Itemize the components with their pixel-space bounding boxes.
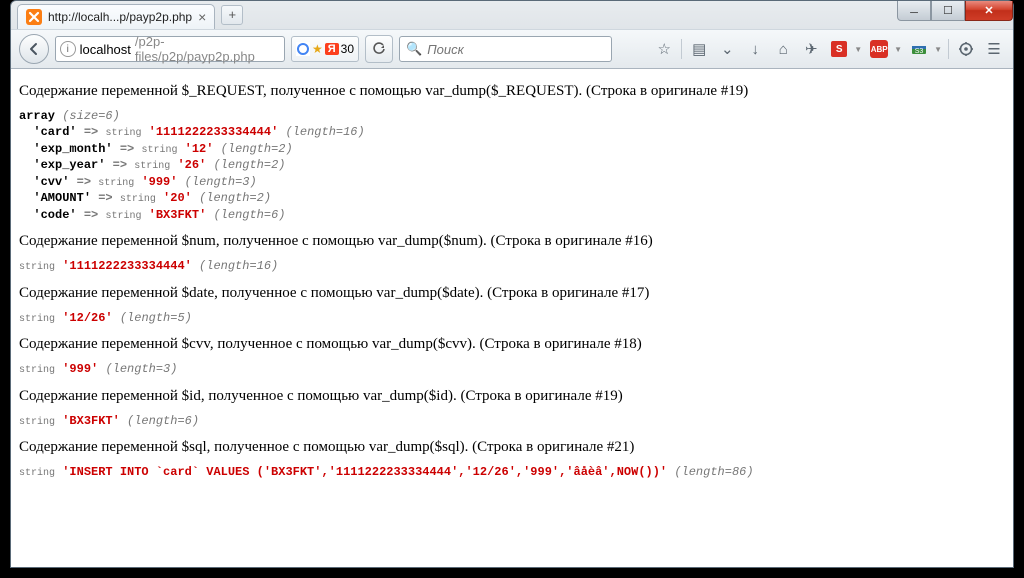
maximize-button[interactable]: ☐	[931, 1, 965, 21]
heading-date: Содержание переменной $date, полученное …	[19, 285, 1005, 302]
pocket-icon[interactable]: ⌄	[716, 38, 738, 60]
url-host: localhost	[80, 42, 131, 57]
new-tab-button[interactable]: +	[221, 5, 243, 25]
site-info-icon[interactable]: i	[60, 41, 76, 57]
url-path: /p2p-files/p2p/payp2p.php	[135, 34, 280, 64]
search-icon: 🔍	[406, 41, 422, 57]
dropdown-icon[interactable]: ▼	[854, 45, 862, 54]
google-icon	[296, 42, 310, 56]
dropdown-icon[interactable]: ▼	[894, 45, 902, 54]
xampp-icon	[26, 9, 42, 25]
send-icon[interactable]: ✈	[800, 38, 822, 60]
minimize-button[interactable]: ─	[897, 1, 931, 21]
settings-icon[interactable]	[955, 38, 977, 60]
heading-request: Содержание переменной $_REQUEST, получен…	[19, 83, 1005, 100]
back-button[interactable]	[19, 34, 49, 64]
heading-sql: Содержание переменной $sql, полученное с…	[19, 439, 1005, 456]
dump-id: string 'BX3FKT' (length=6)	[19, 413, 1005, 430]
dump-date: string '12/26' (length=5)	[19, 310, 1005, 327]
titlebar: http://localh...p/payp2p.php × + ─ ☐ ✕	[11, 1, 1013, 29]
dump-request: array (size=6) 'card' => string '1111222…	[19, 108, 1005, 223]
s3-addon-icon[interactable]: S3	[908, 38, 930, 60]
search-bar[interactable]: 🔍	[399, 36, 612, 62]
dump-sql: string 'INSERT INTO `card` VALUES ('BX3F…	[19, 464, 1005, 481]
separator	[948, 39, 949, 59]
heading-id: Содержание переменной $id, полученное с …	[19, 388, 1005, 405]
svg-text:S3: S3	[915, 48, 924, 55]
adblock-icon[interactable]: ABP	[868, 38, 890, 60]
browser-window: http://localh...p/payp2p.php × + ─ ☐ ✕ i…	[10, 0, 1014, 568]
navbar: i localhost/p2p-files/p2p/payp2p.php ★ Я…	[11, 29, 1013, 69]
s-addon-icon[interactable]: S	[828, 38, 850, 60]
tab-title: http://localh...p/payp2p.php	[48, 10, 192, 24]
separator	[681, 39, 682, 59]
reload-button[interactable]	[365, 35, 393, 63]
window-controls: ─ ☐ ✕	[897, 1, 1013, 21]
home-icon[interactable]: ⌂	[772, 38, 794, 60]
menu-icon[interactable]: ☰	[983, 38, 1005, 60]
yandex-count: 30	[341, 42, 354, 56]
page-content: Содержание переменной $_REQUEST, получен…	[11, 69, 1013, 567]
window-close-button[interactable]: ✕	[965, 1, 1013, 21]
heading-cvv: Содержание переменной $cvv, полученное с…	[19, 336, 1005, 353]
dropdown-icon[interactable]: ▼	[934, 45, 942, 54]
search-input[interactable]	[427, 42, 605, 57]
yandex-icon: Я	[325, 43, 339, 55]
star-icon: ★	[312, 42, 323, 56]
heading-num: Содержание переменной $num, полученное с…	[19, 233, 1005, 250]
downloads-icon[interactable]: ↓	[744, 38, 766, 60]
dump-cvv: string '999' (length=3)	[19, 361, 1005, 378]
browser-tab[interactable]: http://localh...p/payp2p.php ×	[17, 4, 215, 29]
dump-num: string '1111222233334444' (length=16)	[19, 258, 1005, 275]
tab-close-button[interactable]: ×	[198, 9, 206, 25]
bookmark-star-icon[interactable]: ☆	[653, 38, 675, 60]
url-bar[interactable]: i localhost/p2p-files/p2p/payp2p.php	[55, 36, 285, 62]
yandex-badge[interactable]: ★ Я 30	[291, 36, 359, 62]
reader-icon[interactable]: ▤	[688, 38, 710, 60]
